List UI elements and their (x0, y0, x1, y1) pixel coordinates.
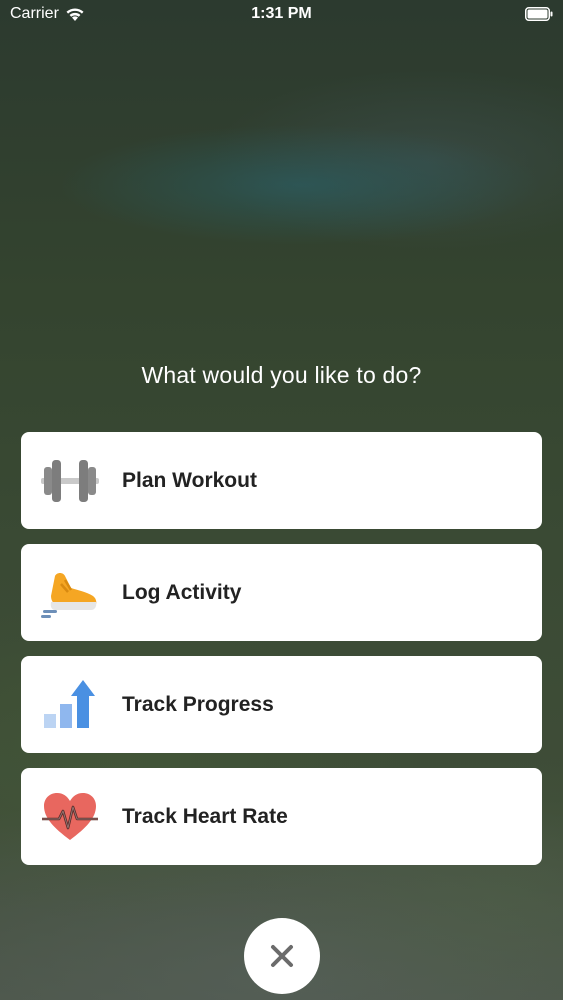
progress-chart-icon (41, 676, 99, 734)
heart-rate-icon (41, 788, 99, 846)
option-label: Track Progress (122, 693, 274, 716)
option-track-heart-rate[interactable]: Track Heart Rate (21, 768, 542, 865)
battery-icon (525, 7, 553, 21)
running-shoe-icon (41, 564, 99, 622)
prompt-title: What would you like to do? (141, 362, 422, 388)
option-label: Log Activity (122, 581, 242, 604)
status-bar: Carrier 1:31 PM (0, 0, 563, 30)
option-label: Track Heart Rate (122, 805, 288, 828)
close-button[interactable] (244, 918, 320, 994)
options-list: Plan Workout Log Activity Track Progress (21, 432, 542, 880)
option-log-activity[interactable]: Log Activity (21, 544, 542, 641)
option-plan-workout[interactable]: Plan Workout (21, 432, 542, 529)
option-track-progress[interactable]: Track Progress (21, 656, 542, 753)
status-time: 1:31 PM (251, 5, 312, 22)
close-icon (271, 945, 293, 967)
dumbbell-icon (41, 452, 99, 510)
option-label: Plan Workout (122, 469, 257, 492)
